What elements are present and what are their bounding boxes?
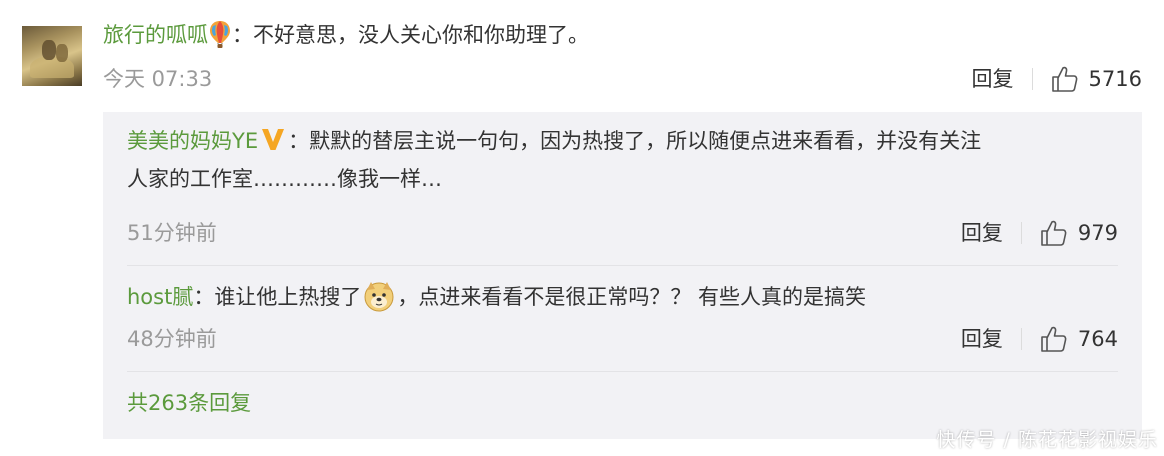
reply-actions: 回复 764	[961, 324, 1118, 354]
comment-timestamp: 今天 07:33	[103, 67, 213, 91]
verified-v-icon	[262, 129, 285, 150]
reply-button[interactable]: 回复	[972, 64, 1014, 94]
reply-text: host腻：谁让他上热搜了 ，点进来看看不是很正常吗？？ 有些人真的是搞笑	[127, 278, 866, 316]
thumbs-up-icon	[1051, 66, 1077, 92]
reply-button[interactable]: 回复	[961, 324, 1003, 354]
view-all-replies-link[interactable]: 共263条回复	[127, 388, 251, 418]
hot-air-balloon-icon	[210, 21, 230, 48]
divider	[1020, 328, 1022, 350]
comment-actions: 回复 5716	[972, 64, 1142, 94]
avatar[interactable]	[22, 26, 82, 86]
like-button[interactable]: 5716	[1051, 64, 1142, 94]
reply-list: 美美的妈妈YE ：默默的替层主说一句句，因为热搜了，所以随便点进来看看，并没有关…	[103, 112, 1142, 439]
like-count: 764	[1077, 327, 1118, 351]
doge-emoji-icon	[364, 282, 394, 312]
reply-actions: 回复 979	[961, 218, 1118, 248]
watermark: 快传号 / 陈花花影视娱乐	[936, 429, 1158, 451]
comment-username[interactable]: 旅行的呱呱	[103, 23, 208, 47]
comment-text: 不好意思，没人关心你和你助理了。	[253, 23, 589, 47]
divider	[1031, 68, 1033, 90]
like-button[interactable]: 979	[1040, 218, 1118, 248]
like-count: 5716	[1088, 67, 1142, 91]
divider	[1020, 222, 1022, 244]
reply-username[interactable]: host腻	[127, 285, 193, 309]
like-count: 979	[1077, 221, 1118, 245]
thumbs-up-icon	[1041, 326, 1067, 352]
reply-username[interactable]: 美美的妈妈YE	[127, 129, 258, 153]
like-button[interactable]: 764	[1040, 324, 1118, 354]
reply-divider	[127, 265, 1118, 266]
thumbs-up-icon	[1041, 220, 1067, 246]
reply-text: 美美的妈妈YE ：默默的替层主说一句句，因为热搜了，所以随便点进来看看，并没有关…	[127, 122, 981, 198]
reply-divider	[127, 371, 1118, 372]
reply-timestamp: 51分钟前	[127, 221, 217, 245]
comment-line: 旅行的呱呱 ：不好意思，没人关心你和你助理了。	[103, 20, 589, 50]
reply-timestamp: 48分钟前	[127, 327, 217, 351]
reply-button[interactable]: 回复	[961, 218, 1003, 248]
